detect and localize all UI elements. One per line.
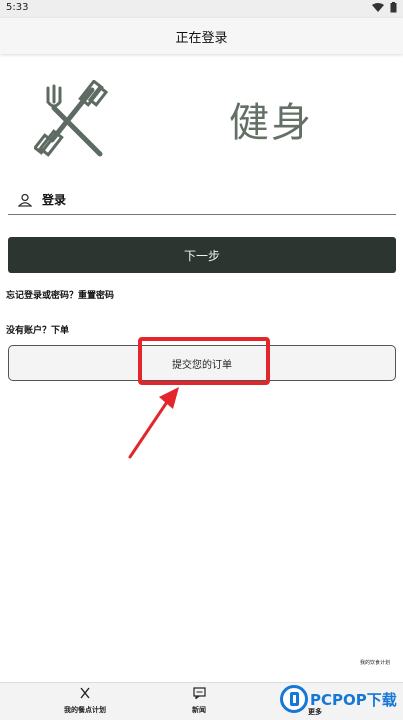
red-arrow-icon [128,387,179,459]
next-button[interactable]: 下一步 [8,237,396,273]
nav-label-more[interactable]: 更多 [308,707,322,717]
status-bar: 5:33 [0,0,403,18]
nav-label-news: 新闻 [192,706,206,714]
status-icons [372,2,397,13]
logo-text: 健身 [229,100,313,146]
watermark: PCPOP下载 更多 [280,683,403,720]
dumbbell-fork-logo-icon [34,80,109,157]
login-field[interactable]: 登录 [8,185,396,215]
fork-knife-icon [80,687,90,699]
page-title: 正在登录 [175,30,228,46]
chat-icon [192,687,206,699]
nav-item-news[interactable]: 新闻 [192,687,206,715]
app-bar: 正在登录 [0,18,403,54]
nav-item-meal-plan[interactable]: 我的餐点计划 [64,687,106,715]
forgot-password-link[interactable]: 忘记登录或密码？重置密码 [6,288,114,301]
status-time: 5:33 [6,2,29,13]
login-label: 登录 [42,193,67,207]
corner-note: 我的饮食计划 [360,660,391,666]
person-icon [18,193,32,207]
wifi-icon [372,2,384,12]
submit-order-label: 提交您的订单 [172,359,232,371]
no-account-text: 没有账户？下单 [6,326,70,336]
watermark-logo-icon [280,685,308,713]
nav-label-meal-plan: 我的餐点计划 [64,706,106,714]
battery-icon [390,2,397,13]
watermark-text: PCPOP下载 [310,691,397,709]
app-logo: 健身 [24,80,384,166]
submit-order-button[interactable]: 提交您的订单 [8,345,396,381]
